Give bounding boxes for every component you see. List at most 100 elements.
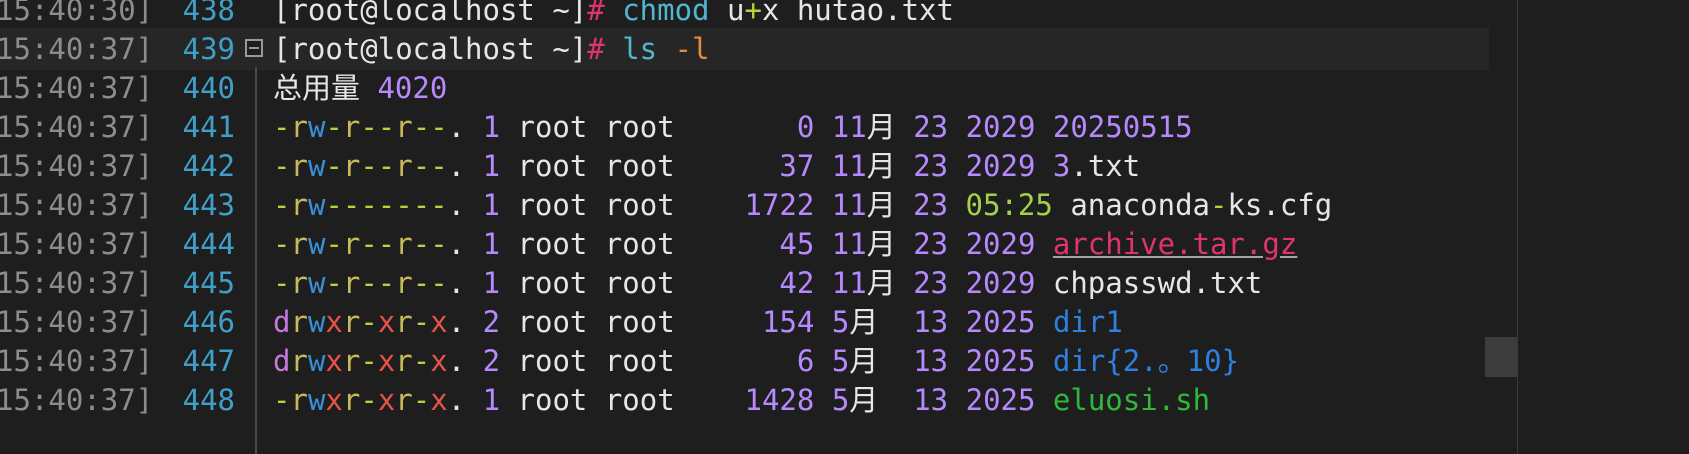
text-token: 2025 [965, 305, 1036, 339]
text-token: w [307, 188, 326, 222]
line-number: 448 [182, 383, 235, 417]
text-token: 3 [1052, 149, 1071, 183]
text-token: 1428 [744, 383, 815, 417]
text-token: 2029 [965, 227, 1036, 261]
line-number: 445 [182, 266, 235, 300]
text-token: 月 [849, 305, 914, 339]
text-token: - [360, 344, 378, 378]
text-token: x [325, 305, 343, 339]
text-token: 5 [831, 383, 850, 417]
line-number: 447 [182, 344, 235, 378]
text-token: w [307, 149, 326, 183]
text-token: . [447, 383, 483, 417]
text-token: + [744, 0, 762, 27]
text-token: x [430, 344, 448, 378]
text-token: anaconda [1052, 188, 1210, 222]
text-token: 37 [779, 149, 815, 183]
scrollbar-track[interactable] [1517, 0, 1518, 454]
text-token: 总用量 [273, 71, 378, 105]
text-token: x [377, 383, 396, 417]
text-token: - [273, 110, 291, 144]
line-timestamp: 15:40:37] [0, 227, 154, 261]
text-token: 2025 [965, 344, 1036, 378]
text-token: . [447, 266, 483, 300]
text-token: r [290, 149, 308, 183]
line-timestamp: 15:40:37] [0, 383, 154, 417]
text-token: root root [500, 149, 780, 183]
text-token: x [325, 383, 343, 417]
text-token: # [587, 0, 605, 27]
line-number: 442 [182, 149, 235, 183]
text-token: 月 [866, 227, 914, 261]
text-token: .txt [1070, 149, 1141, 183]
text-token: r [342, 110, 361, 144]
text-token: x hutao.txt [761, 0, 954, 27]
text-token: 1 [482, 266, 501, 300]
text-token: r [395, 149, 413, 183]
text-token: x [377, 305, 396, 339]
text-token: - [273, 188, 291, 222]
text-token: 2025 [965, 383, 1036, 417]
text-token: root root [500, 344, 797, 378]
text-token: - [273, 149, 291, 183]
text-token: r [290, 266, 308, 300]
text-token: r [290, 188, 308, 222]
line-timestamp: 15:40:37] [0, 344, 154, 378]
text-token: u [709, 0, 745, 27]
line-number: 438 [182, 0, 235, 27]
line-content: [root@localhost ~]# ls -l [273, 28, 710, 70]
text-token: 2029 [965, 266, 1036, 300]
fold-collapse-icon[interactable] [245, 39, 263, 57]
text-token: - [273, 266, 291, 300]
text-token: # [587, 32, 605, 66]
text-token: x [430, 305, 448, 339]
text-token: 月 [849, 344, 914, 378]
text-token: root root [500, 110, 797, 144]
text-token: 154 [761, 305, 815, 339]
text-token: r [342, 149, 361, 183]
terminal-window[interactable]: 15:40:30] 438 [root@localhost ~]# chmod u+… [0, 0, 1689, 454]
text-token: [root@localhost ~] [273, 0, 588, 27]
text-token: 1 [482, 227, 501, 261]
text-token: 11 [831, 188, 867, 222]
text-token: . [447, 149, 483, 183]
text-token: eluosi.sh [1052, 383, 1211, 417]
line-number: 443 [182, 188, 235, 222]
text-token: 2029 [965, 149, 1036, 183]
text-token: 23 [913, 266, 949, 300]
line-content: -rw-r--r--. 1 root root 0 11月 23 2029 20… [273, 106, 1193, 148]
text-token: 42 [779, 266, 815, 300]
text-token: 11 [831, 110, 867, 144]
line-number: 439 [182, 32, 235, 66]
line-timestamp: 15:40:37] [0, 305, 154, 339]
text-token: ------- [325, 188, 448, 222]
line-timestamp: 15:40:37] [0, 32, 154, 66]
text-token: -- [360, 227, 396, 261]
text-token: -l [674, 32, 710, 66]
scrollbar-thumb[interactable] [1485, 337, 1517, 377]
line-timestamp: 15:40:37] [0, 110, 154, 144]
text-token: r [290, 227, 308, 261]
text-token: 05:25 [965, 188, 1053, 222]
terminal-line: 15:40:37] 442 -rw-r--r--. 1 root root 37 1… [0, 145, 1489, 187]
text-token: r [342, 305, 361, 339]
text-token: - [412, 383, 431, 417]
text-token: root root [500, 305, 762, 339]
text-token: w [307, 383, 326, 417]
line-content: -rw-r--r--. 1 root root 42 11月 23 2029 c… [273, 262, 1262, 304]
text-token: 月 [866, 110, 914, 144]
text-token: archive.tar.gz [1052, 227, 1298, 261]
fold-guide-line [255, 67, 257, 454]
text-token: - [325, 266, 343, 300]
text-token: 4020 [377, 71, 448, 105]
line-number: 444 [182, 227, 235, 261]
text-token: 1 [482, 383, 501, 417]
